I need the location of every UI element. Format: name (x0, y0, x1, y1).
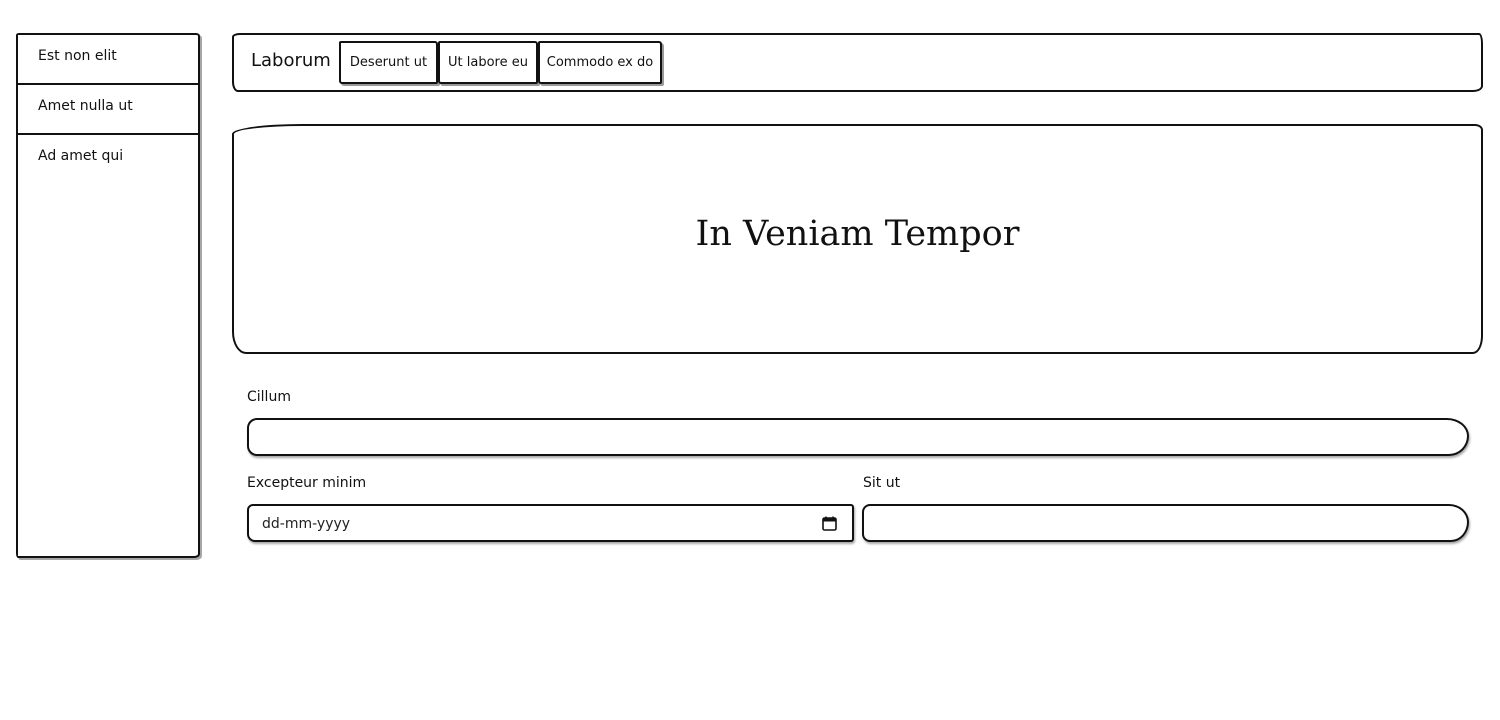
calendar-icon[interactable] (822, 516, 837, 531)
nav-button-ut-labore-eu[interactable]: Ut labore eu (438, 41, 538, 84)
nav-button-commodo-ex-do[interactable]: Commodo ex do (538, 41, 662, 84)
hero-title: In Veniam Tempor (695, 214, 1020, 254)
hero-banner: In Veniam Tempor (232, 124, 1483, 354)
sit-ut-input[interactable] (862, 504, 1469, 542)
nav-button-label: Ut labore eu (448, 55, 528, 70)
sidebar-item-label: Amet nulla ut (38, 98, 133, 114)
sidebar-item-ad-amet-qui[interactable]: Ad amet qui (18, 135, 198, 185)
sit-ut-label: Sit ut (863, 475, 901, 491)
top-navbar: Laborum Deserunt ut Ut labore eu Commodo… (232, 33, 1483, 92)
nav-button-label: Deserunt ut (349, 55, 428, 70)
cillum-label: Cillum (247, 389, 291, 405)
sidebar-item-est-non-elit[interactable]: Est non elit (18, 35, 198, 85)
nav-button-deserunt-ut[interactable]: Deserunt ut (339, 41, 438, 84)
brand-title: Laborum (251, 50, 331, 71)
sidebar-item-amet-nulla-ut[interactable]: Amet nulla ut (18, 85, 198, 135)
sidebar-item-label: Est non elit (38, 48, 117, 64)
excepteur-minim-label: Excepteur minim (247, 475, 367, 491)
sidebar-item-label: Ad amet qui (38, 148, 124, 164)
date-placeholder: dd-mm-yyyy (262, 516, 351, 532)
sidebar: Est non elit Amet nulla ut Ad amet qui (16, 33, 200, 558)
nav-button-label: Commodo ex do (546, 55, 654, 70)
cillum-input[interactable] (247, 418, 1469, 456)
excepteur-minim-date-input[interactable]: dd-mm-yyyy (247, 504, 854, 542)
